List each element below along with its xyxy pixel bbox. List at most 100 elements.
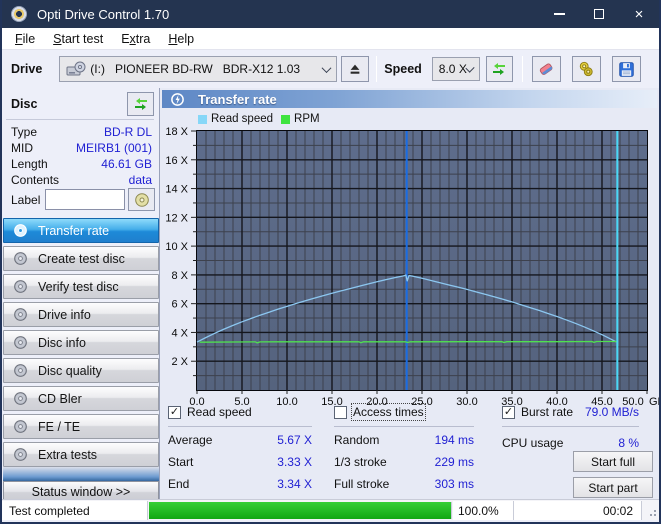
sidebar-item-create-test-disc[interactable]: Create test disc	[3, 246, 159, 271]
minimize-button[interactable]	[539, 0, 579, 28]
sidebar-item-verify-test-disc[interactable]: Verify test disc	[3, 274, 159, 299]
disc-label-input[interactable]	[45, 189, 125, 210]
disc-icon	[14, 392, 27, 405]
status-text-cell: Test completed	[2, 501, 148, 520]
read-speed-checkbox-label: Read speed	[187, 405, 252, 419]
eject-button[interactable]	[341, 56, 370, 82]
disc-icon	[14, 448, 27, 461]
resize-grip[interactable]	[646, 506, 656, 516]
disc-info-row: MID MEIRB1 (001)	[11, 140, 152, 156]
stat-row: Full stroke 303 ms	[334, 473, 474, 495]
elapsed-time-cell: 00:02	[514, 501, 642, 520]
disc-icon	[14, 336, 27, 349]
divider	[6, 119, 154, 120]
menu-item-extra[interactable]: Extra	[112, 30, 159, 48]
erase-disc-button[interactable]	[531, 56, 561, 82]
sidebar-item-label: Disc info	[38, 335, 86, 350]
read-speed-checkbox-row: ✓ Read speed	[168, 405, 252, 419]
stat-value: 3.33 X	[277, 455, 312, 469]
section-header: Transfer rate	[162, 90, 657, 108]
stat-label: Full stroke	[334, 477, 390, 491]
transfer-rate-icon	[171, 92, 184, 106]
refresh-icon	[134, 98, 147, 110]
start-part-button[interactable]: Start part	[573, 477, 653, 498]
close-icon: ×	[634, 5, 644, 23]
drive-combobox[interactable]: (I:) PIONEER BD-RW BDR-X12 1.03	[59, 56, 338, 82]
series-rpm	[199, 340, 617, 344]
disc-icon	[14, 280, 27, 293]
x-axis-unit: GB	[649, 396, 661, 408]
read-speed-results: Average 5.67 X Start 3.33 X End 3.34 X	[168, 429, 312, 495]
speed-combobox[interactable]: 8.0 X	[431, 57, 480, 81]
sidebar-item-transfer-rate[interactable]: Transfer rate	[3, 218, 159, 243]
progress-percent: 100.0%	[458, 503, 499, 518]
group-separator	[334, 426, 474, 427]
sidebar-item-disc-info[interactable]: Disc info	[3, 330, 159, 355]
disc-info-label: Length	[11, 157, 48, 171]
read-speed-checkbox[interactable]: ✓	[168, 405, 181, 419]
settings-tools-button[interactable]	[571, 56, 601, 82]
stat-label: Start	[168, 455, 194, 469]
sidebar-item-disc-quality[interactable]: Disc quality	[3, 358, 159, 383]
stat-label: Average	[168, 433, 213, 447]
sidebar-item-extra-tests[interactable]: Extra tests	[3, 442, 159, 467]
menu-item-help[interactable]: Help	[159, 30, 203, 48]
read-label-button[interactable]	[128, 188, 155, 211]
y-axis-label: 2 X	[171, 356, 188, 368]
close-button[interactable]: ×	[619, 0, 659, 28]
progress-bar	[149, 502, 452, 519]
sidebar-item-drive-info[interactable]: Drive info	[3, 302, 159, 327]
sidebar-item-cd-bler[interactable]: CD Bler	[3, 386, 159, 411]
status-bar: Test completed 100.0% 00:02	[2, 499, 659, 520]
cpu-usage-value: 8 %	[618, 436, 639, 450]
chart-legend: Read speed RPM	[198, 113, 328, 125]
start-full-button[interactable]: Start full	[573, 451, 653, 472]
access-times-checkbox-label: Access times	[351, 403, 426, 421]
disc-info-label: MID	[11, 141, 33, 155]
title-bar: Opti Drive Control 1.70 ×	[2, 0, 659, 28]
x-axis-label: 10.0	[276, 396, 297, 408]
sidebar-item-fe-te[interactable]: FE / TE	[3, 414, 159, 439]
disc-icon	[14, 420, 27, 433]
disc-icon	[14, 224, 27, 237]
toolbar: Drive (I:) PIONEER BD-RW BDR-X12 1.03 Sp…	[2, 50, 659, 88]
drive-label: Drive	[11, 62, 43, 76]
eject-icon	[350, 64, 360, 74]
disc-icon	[14, 252, 27, 265]
toolbar-separator	[376, 56, 378, 82]
transfer-rate-chart: 2 X4 X6 X8 X 10 X 12 X 14 X 16 X 18 X 0.0 5.0 10…	[165, 126, 659, 408]
save-icon	[619, 61, 634, 77]
disc-info-row: Length 46.61 GB	[11, 156, 152, 172]
menu-bar: File Start test Extra Help	[2, 28, 659, 50]
group-separator	[502, 426, 639, 427]
refresh-disc-button[interactable]	[127, 92, 154, 116]
stat-value: 3.34 X	[277, 477, 312, 491]
access-times-checkbox[interactable]	[334, 405, 347, 419]
stat-label: 1/3 stroke	[334, 455, 387, 469]
stat-value: 229 ms	[434, 455, 474, 469]
y-axis-label: 16 X	[165, 155, 188, 167]
save-button[interactable]	[611, 56, 641, 82]
disc-search-icon	[134, 192, 149, 207]
sidebar-item-label: Extra tests	[38, 447, 98, 462]
app-window: Opti Drive Control 1.70 × File Start test…	[0, 0, 661, 524]
maximize-button[interactable]	[579, 0, 619, 28]
menu-item-start-test[interactable]: Start test	[44, 30, 112, 48]
progress-fill	[149, 502, 451, 519]
menu-item-file[interactable]: File	[6, 30, 44, 48]
stat-value: 5.67 X	[277, 433, 312, 447]
speed-value: 8.0 X	[438, 62, 467, 76]
y-axis-label: 12 X	[165, 212, 188, 224]
disc-info-label: Type	[11, 125, 38, 139]
stat-row: 1/3 stroke 229 ms	[334, 451, 474, 473]
access-times-results: Random 194 ms 1/3 stroke 229 ms Full stroke 3…	[334, 429, 474, 495]
tools-icon	[580, 61, 593, 77]
stat-row: End 3.34 X	[168, 473, 312, 495]
sidebar-filler	[3, 467, 159, 481]
app-disc-icon	[11, 6, 27, 22]
speed-label: Speed	[384, 62, 422, 76]
disc-info-list: Type BD-R DL MID MEIRB1 (001) Length 46.61 GB…	[11, 124, 152, 188]
y-axis-label: 18 X	[165, 126, 188, 138]
refresh-speed-button[interactable]	[485, 56, 513, 82]
disc-panel-title: Disc	[11, 97, 38, 111]
